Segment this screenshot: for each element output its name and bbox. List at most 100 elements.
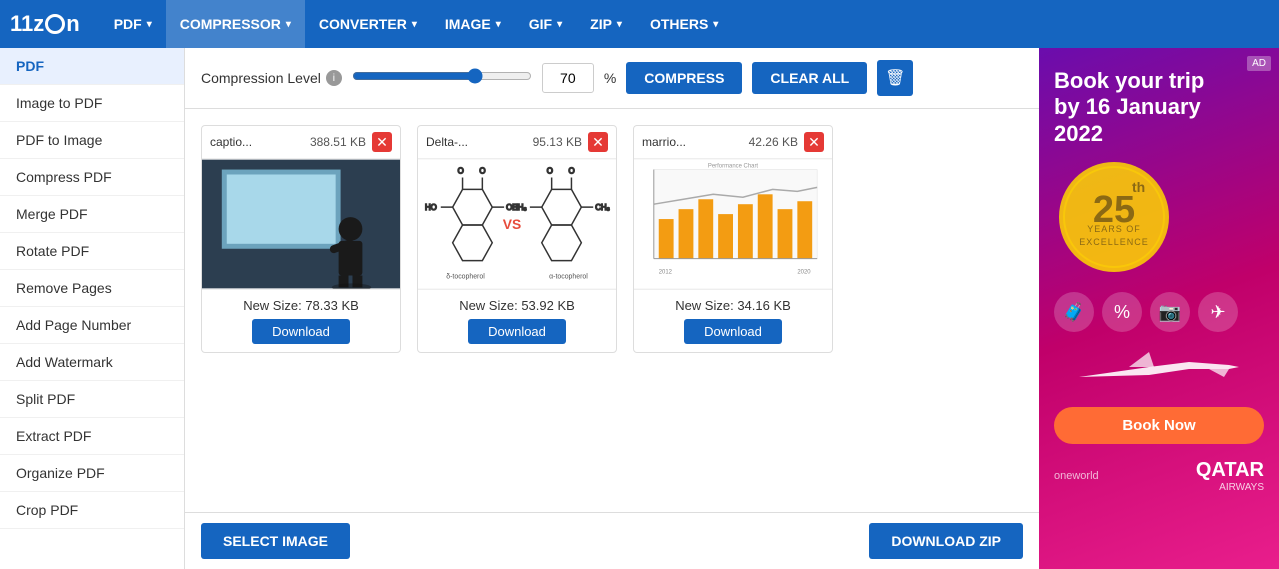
ad-icon-luggage: 🧳	[1054, 292, 1094, 332]
sidebar-item-image-to-pdf[interactable]: Image to PDF	[0, 85, 184, 122]
sidebar-item-pdf-label: PDF	[16, 58, 44, 74]
preview-svg-0	[202, 159, 400, 289]
clear-all-button[interactable]: CLEAR ALL	[752, 62, 867, 94]
nav-compressor[interactable]: COMPRESSOR ▾	[166, 0, 305, 48]
ad-logo-area: oneworld QATAR AIRWAYS	[1054, 459, 1264, 493]
nav-image-label: IMAGE	[445, 16, 491, 32]
nav-zip[interactable]: ZIP ▾	[576, 0, 636, 48]
file-card-1-download[interactable]: Download	[468, 319, 566, 344]
svg-text:O: O	[479, 167, 485, 176]
sidebar-item-pdf-to-image[interactable]: PDF to Image	[0, 122, 184, 159]
svg-text:EXCELLENCE: EXCELLENCE	[1079, 237, 1149, 247]
nav-zip-label: ZIP	[590, 16, 612, 32]
sidebar-item-compress-pdf[interactable]: Compress PDF	[0, 159, 184, 196]
file-card-1-close[interactable]: ✕	[588, 132, 608, 152]
nav-image-chevron: ▾	[496, 19, 501, 30]
slider-container	[352, 68, 532, 89]
compress-button[interactable]: COMPRESS	[626, 62, 742, 94]
file-card-0-download[interactable]: Download	[252, 319, 350, 344]
ad-book-now-button[interactable]: Book Now	[1054, 407, 1264, 444]
compression-slider[interactable]	[352, 68, 532, 84]
svg-text:Performance Chart: Performance Chart	[708, 164, 759, 170]
file-card-2-new-size: New Size: 34.16 KB	[642, 298, 824, 313]
ad-icon-percent: %	[1102, 292, 1142, 332]
nav-compressor-chevron: ▾	[286, 19, 291, 30]
sidebar-item-rotate-pdf[interactable]: Rotate PDF	[0, 233, 184, 270]
preview-svg-1: O O OH HO VS	[418, 159, 616, 289]
ad-title-line3: 2022	[1054, 121, 1103, 146]
file-card-0-new-size: New Size: 78.33 KB	[210, 298, 392, 313]
sidebar-item-pdf[interactable]: PDF	[0, 48, 184, 85]
svg-text:VS: VS	[503, 216, 522, 232]
sidebar-item-add-watermark-label: Add Watermark	[16, 354, 113, 370]
nav-image[interactable]: IMAGE ▾	[431, 0, 515, 48]
logo[interactable]: 11z n	[10, 11, 80, 37]
sidebar-item-compress-pdf-label: Compress PDF	[16, 169, 112, 185]
nav-gif[interactable]: GIF ▾	[515, 0, 576, 48]
sidebar-item-extract-pdf-label: Extract PDF	[16, 428, 91, 444]
file-card-2-size: 42.26 KB	[749, 135, 798, 149]
ad-plane-illustration	[1069, 347, 1249, 397]
sidebar-item-add-page-number-label: Add Page Number	[16, 317, 131, 333]
file-card-2-download[interactable]: Download	[684, 319, 782, 344]
sidebar-item-pdf-to-image-label: PDF to Image	[16, 132, 102, 148]
file-card-2-name: marrio...	[642, 135, 745, 149]
file-card-1-header: Delta-... 95.13 KB ✕	[418, 126, 616, 159]
sidebar-item-image-to-pdf-label: Image to PDF	[16, 95, 102, 111]
sidebar-item-merge-pdf-label: Merge PDF	[16, 206, 88, 222]
trash-button[interactable]: 🗑	[877, 60, 913, 96]
ad-icon-camera: 📷	[1150, 292, 1190, 332]
sidebar-item-extract-pdf[interactable]: Extract PDF	[0, 418, 184, 455]
compression-label-text: Compression Level	[201, 70, 321, 86]
logo-text-2: n	[66, 11, 79, 37]
main-layout: PDF Image to PDF PDF to Image Compress P…	[0, 48, 1279, 569]
ad-anniversary-badge: 25 th YEARS OF EXCELLENCE	[1054, 157, 1174, 277]
sidebar-item-crop-pdf-label: Crop PDF	[16, 502, 78, 518]
file-card-0-size: 388.51 KB	[310, 135, 366, 149]
ad-icon-plane: ✈	[1198, 292, 1238, 332]
svg-text:th: th	[1132, 179, 1145, 195]
svg-text:O: O	[547, 167, 553, 176]
file-card-0-close[interactable]: ✕	[372, 132, 392, 152]
file-card-2-header: marrio... 42.26 KB ✕	[634, 126, 832, 159]
ad-content: AD Book your trip by 16 January 2022 25 …	[1039, 48, 1279, 569]
svg-text:O: O	[568, 167, 574, 176]
percent-input[interactable]	[542, 63, 594, 93]
nav-pdf-label: PDF	[114, 16, 142, 32]
sidebar-item-add-watermark[interactable]: Add Watermark	[0, 344, 184, 381]
svg-text:HO: HO	[425, 203, 437, 212]
nav-pdf-chevron: ▾	[147, 19, 152, 30]
svg-text:2012: 2012	[659, 270, 672, 276]
sidebar-item-split-pdf[interactable]: Split PDF	[0, 381, 184, 418]
sidebar-item-add-page-number[interactable]: Add Page Number	[0, 307, 184, 344]
nav-converter[interactable]: CONVERTER ▾	[305, 0, 431, 48]
trash-icon: 🗑	[885, 68, 905, 88]
sidebar-item-crop-pdf[interactable]: Crop PDF	[0, 492, 184, 529]
content-area: Compression Level i % COMPRESS CLEAR ALL…	[185, 48, 1039, 569]
sidebar-item-organize-pdf[interactable]: Organize PDF	[0, 455, 184, 492]
nav-converter-label: CONVERTER	[319, 16, 407, 32]
nav-zip-chevron: ▾	[617, 19, 622, 30]
sidebar-item-merge-pdf[interactable]: Merge PDF	[0, 196, 184, 233]
file-card-2-footer: New Size: 34.16 KB Download	[634, 289, 832, 352]
sidebar-item-remove-pages[interactable]: Remove Pages	[0, 270, 184, 307]
svg-text:CH₃: CH₃	[512, 203, 527, 212]
svg-text:δ-tocopherol: δ-tocopherol	[446, 273, 485, 280]
nav-others[interactable]: OTHERS ▾	[636, 0, 732, 48]
ad-title: Book your trip by 16 January 2022	[1054, 68, 1264, 147]
preview-svg-2: 2012 2020 Performance Chart	[634, 159, 832, 289]
nav-pdf[interactable]: PDF ▾	[100, 0, 166, 48]
nav-gif-label: GIF	[529, 16, 552, 32]
info-icon[interactable]: i	[326, 70, 342, 86]
nav-others-chevron: ▾	[713, 19, 718, 30]
file-card-2-close[interactable]: ✕	[804, 132, 824, 152]
ad-title-line2: by 16 January	[1054, 94, 1201, 119]
ad-sidebar: AD Book your trip by 16 January 2022 25 …	[1039, 48, 1279, 569]
file-card-0-header: captio... 388.51 KB ✕	[202, 126, 400, 159]
select-image-button[interactable]: SELECT IMAGE	[201, 523, 350, 559]
compression-level-label: Compression Level i	[201, 70, 342, 86]
top-navigation: 11z n PDF ▾ COMPRESSOR ▾ CONVERTER ▾ IMA…	[0, 0, 1279, 48]
file-card-1-name: Delta-...	[426, 135, 529, 149]
nav-others-label: OTHERS	[650, 16, 708, 32]
download-zip-button[interactable]: DOWNLOAD ZIP	[869, 523, 1023, 559]
